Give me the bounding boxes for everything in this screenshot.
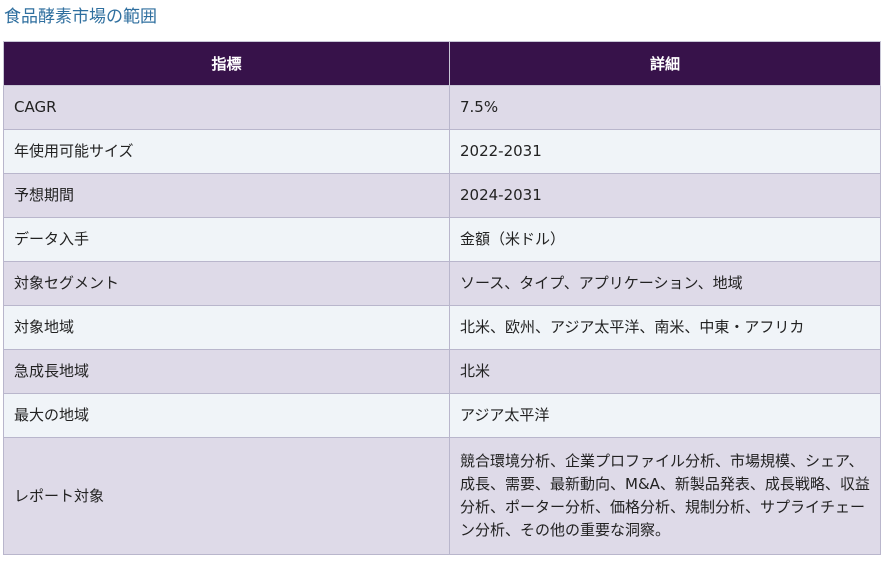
table-row: レポート対象 競合環境分析、企業プロファイル分析、市場規模、シェア、成長、需要、…: [3, 437, 881, 555]
metric-cell: 予想期間: [3, 173, 450, 218]
detail-cell: 北米: [449, 349, 881, 394]
metric-cell: 最大の地域: [3, 393, 450, 438]
metric-cell: CAGR: [3, 85, 450, 130]
detail-cell: 2024-2031: [449, 173, 881, 218]
detail-cell: 北米、欧州、アジア太平洋、南米、中東・アフリカ: [449, 305, 881, 350]
table-row: CAGR 7.5%: [3, 85, 881, 130]
metric-cell: 対象地域: [3, 305, 450, 350]
table-row: 予想期間 2024-2031: [3, 173, 881, 218]
detail-cell: 競合環境分析、企業プロファイル分析、市場規模、シェア、成長、需要、最新動向、M&…: [449, 437, 881, 555]
metric-cell: 対象セグメント: [3, 261, 450, 306]
metric-cell: 急成長地域: [3, 349, 450, 394]
detail-cell: ソース、タイプ、アプリケーション、地域: [449, 261, 881, 306]
market-scope-table: 指標 詳細 CAGR 7.5% 年使用可能サイズ 2022-2031 予想期間 …: [3, 41, 881, 555]
column-header-metric: 指標: [3, 41, 450, 86]
detail-cell: アジア太平洋: [449, 393, 881, 438]
table-row: 年使用可能サイズ 2022-2031: [3, 129, 881, 174]
detail-cell: 7.5%: [449, 85, 881, 130]
table-row: 最大の地域 アジア太平洋: [3, 393, 881, 438]
detail-cell: 金額（米ドル）: [449, 217, 881, 262]
metric-cell: 年使用可能サイズ: [3, 129, 450, 174]
metric-cell: データ入手: [3, 217, 450, 262]
metric-cell: レポート対象: [3, 437, 450, 555]
detail-cell: 2022-2031: [449, 129, 881, 174]
table-row: 対象セグメント ソース、タイプ、アプリケーション、地域: [3, 261, 881, 306]
column-header-detail: 詳細: [449, 41, 881, 86]
table-row: 急成長地域 北米: [3, 349, 881, 394]
table-row: 対象地域 北米、欧州、アジア太平洋、南米、中東・アフリカ: [3, 305, 881, 350]
page-title: 食品酵素市場の範囲: [4, 7, 157, 27]
table-header-row: 指標 詳細: [3, 41, 881, 86]
table-row: データ入手 金額（米ドル）: [3, 217, 881, 262]
